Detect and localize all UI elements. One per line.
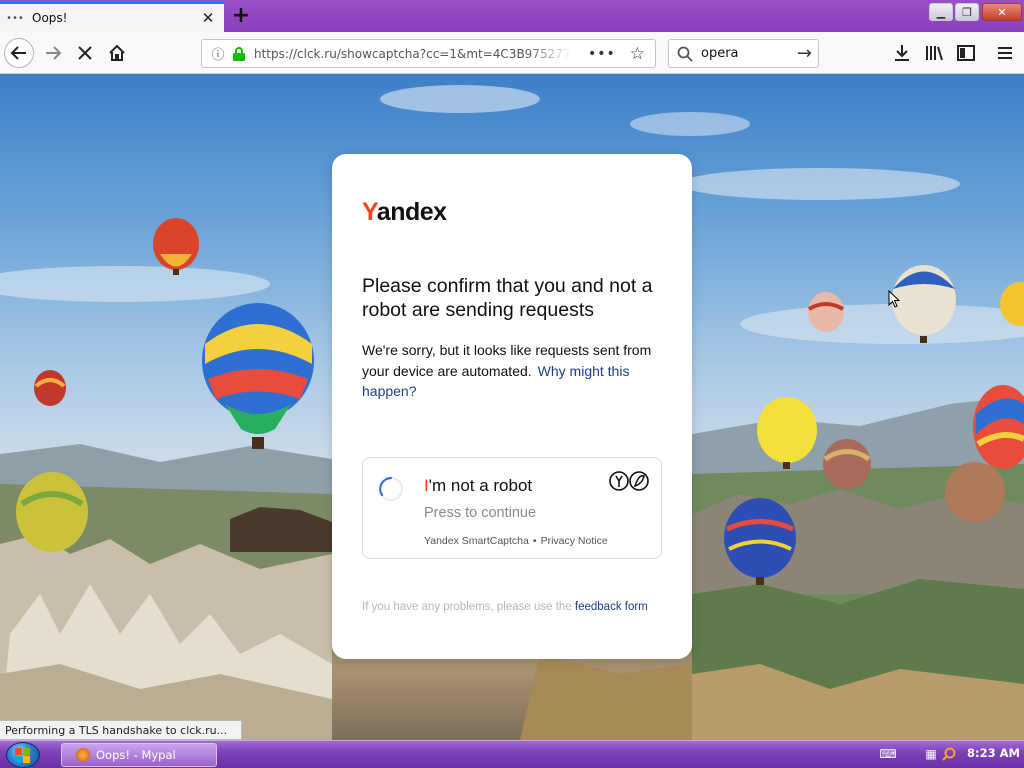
library-icon [926,46,943,61]
navigation-toolbar: ⓘ https://clck.ru/showcaptcha?cc=1&mt=4C… [0,32,1024,74]
address-bar[interactable]: ⓘ https://clck.ru/showcaptcha?cc=1&mt=4C… [201,39,656,68]
new-tab-button[interactable]: + [230,5,252,27]
loading-spinner-icon [379,476,403,501]
balloon [16,472,88,552]
balloon [945,462,1005,522]
search-tray-icon[interactable] [940,745,958,763]
search-icon [677,46,693,62]
network-icon[interactable]: ▦ [922,745,940,763]
close-tab-icon[interactable]: ✕ [200,10,216,26]
not-robot-label[interactable]: I'm not a robot [424,476,532,496]
captcha-footer-links: Yandex SmartCaptcha • Privacy Notice [424,535,608,547]
url-text[interactable]: https://clck.ru/showcaptcha?cc=1&mt=4C3B… [254,47,572,61]
balloon [807,292,845,332]
bookmark-star-icon[interactable]: ☆ [630,44,645,64]
search-go-arrow-icon[interactable]: → [797,43,812,64]
stop-icon [78,46,92,60]
windows-logo-icon [15,748,30,763]
home-icon [109,44,125,61]
downloads-button[interactable] [890,41,914,65]
hamburger-menu-icon [998,47,1012,59]
maximize-button[interactable]: ❐ [955,3,979,21]
keyboard-icon[interactable]: ⌨ [879,745,897,763]
search-input[interactable]: opera [701,46,797,61]
close-window-button[interactable]: ✕ [982,3,1022,21]
page-actions-icon[interactable]: ••• [588,46,616,62]
home-button[interactable] [102,38,132,68]
smartcaptcha-link[interactable]: Yandex SmartCaptcha [424,535,529,547]
page-viewport: Yandex Please confirm that you and not a… [0,74,1024,740]
press-to-continue: Press to continue [424,505,537,521]
problems-note: If you have any problems, please use the… [362,601,648,613]
forward-arrow-icon [46,46,62,60]
lock-icon [233,46,245,61]
feedback-form-link[interactable]: feedback form [575,601,648,613]
start-button[interactable] [6,742,40,768]
loading-dots-icon: ••• [6,12,24,24]
stop-button[interactable] [70,38,100,68]
minimize-button[interactable]: ▁ [929,3,953,21]
mouse-cursor-icon [888,290,900,308]
yandex-smartcaptcha-icon [609,471,649,491]
captcha-heading: Please confirm that you and not a robot … [362,275,653,321]
taskbar-clock[interactable]: 8:23 AM [967,746,1020,760]
mypal-icon [76,748,90,762]
back-button[interactable] [4,38,34,68]
separator-dot: • [532,535,537,547]
taskbar: Oops! - Mypal ⌨ ▦ 8:23 AM [0,740,1024,768]
tab-strip: ••• Oops! ✕ + ▁ ❐ ✕ [0,0,1024,32]
back-arrow-icon [10,46,26,60]
menu-button[interactable] [993,41,1017,65]
sidebar-icon [957,45,975,61]
forward-button[interactable] [38,38,68,68]
yandex-logo: Yandex [362,198,447,226]
smartcaptcha-checkbox[interactable]: I'm not a robot Press to continue Yandex… [362,457,662,559]
privacy-notice-link[interactable]: Privacy Notice [541,535,608,547]
search-bar[interactable]: opera → [668,39,819,68]
taskbar-window-title: Oops! - Mypal [96,748,176,762]
balloon [153,218,199,275]
status-panel: Performing a TLS handshake to clck.ru... [0,720,242,740]
taskbar-window-mypal[interactable]: Oops! - Mypal [61,743,217,767]
tab-oops[interactable]: ••• Oops! ✕ [0,2,224,32]
download-icon [895,45,909,61]
balloon [823,439,871,489]
library-button[interactable] [922,41,946,65]
balloon [34,370,66,406]
sidebar-button[interactable] [954,41,978,65]
captcha-description: We're sorry, but it looks like requests … [362,340,667,402]
tab-title: Oops! [32,11,68,25]
captcha-card: Yandex Please confirm that you and not a… [332,154,692,659]
info-icon[interactable]: ⓘ [209,44,227,63]
balloon [202,303,314,449]
